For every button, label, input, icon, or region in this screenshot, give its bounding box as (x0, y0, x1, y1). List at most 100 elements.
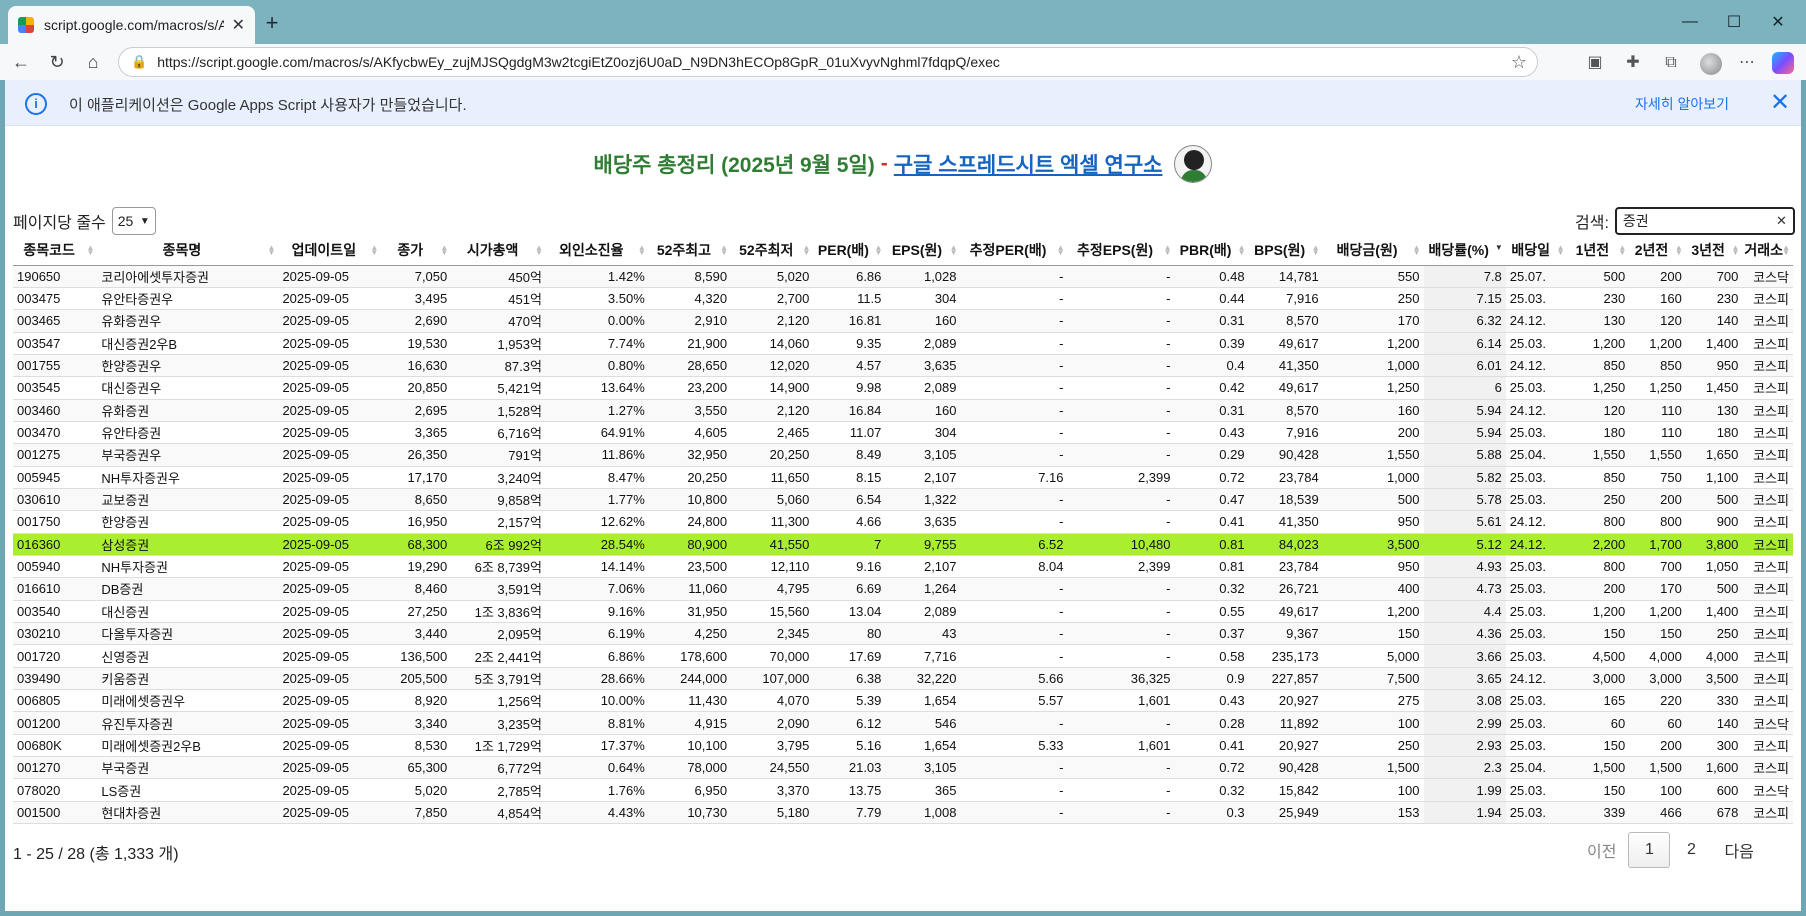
sort-arrows-icon: ▲ ▼ (1556, 243, 1565, 257)
table-cell: 220 (1629, 689, 1686, 713)
table-row[interactable]: 003540 대신증권 2025-09-05 27,250 1조 3,836억 9.16%… (13, 600, 1793, 624)
back-icon[interactable]: ← (8, 50, 34, 74)
table-row[interactable]: 001275 부국증권우 2025-09-05 26,350 791억 11.86% 32,… (13, 443, 1793, 467)
column-header[interactable]: 3년전 ▲ ▼ (1685, 236, 1743, 266)
address-bar-row: ← ↻ ⌂ 🔒 https://script.google.com/macros… (0, 44, 1806, 80)
table-cell: 470억 (451, 309, 546, 333)
column-header[interactable]: BPS(원) ▲ ▼ (1248, 236, 1323, 266)
table-cell: 1,500 (1567, 756, 1630, 780)
prev-page-button[interactable]: 이전 (1575, 832, 1628, 868)
column-header[interactable]: 종목코드 ▲ ▼ (13, 236, 98, 266)
per-page-select[interactable]: 25 ▼ (111, 207, 156, 235)
table-cell: 24.12. (1505, 309, 1568, 333)
menu-icon[interactable]: ⋯ (1736, 52, 1758, 74)
table-cell: 다올투자증권 (97, 622, 279, 646)
column-header[interactable]: 추정EPS(원) ▲ ▼ (1067, 236, 1175, 266)
table-cell: - (960, 376, 1068, 400)
table-row[interactable]: 001750 한양증권 2025-09-05 16,950 2,157억 12.62% 24… (13, 510, 1793, 534)
table-row[interactable]: 005940 NH투자증권 2025-09-05 19,290 6조 8,739억 14.… (13, 555, 1793, 579)
table-cell: 25.07. (1505, 265, 1568, 288)
table-row[interactable]: 003465 유화증권우 2025-09-05 2,690 470억 0.00% 2,910… (13, 309, 1793, 333)
home-icon[interactable]: ⌂ (80, 50, 106, 74)
column-header[interactable]: 1년전 ▲ ▼ (1567, 236, 1630, 266)
site-link[interactable]: 구글 스프레드시트 엑셀 연구소 (894, 149, 1163, 179)
column-header[interactable]: 시가총액 ▲ ▼ (451, 236, 546, 266)
table-row[interactable]: 001720 신영증권 2025-09-05 136,500 2조 2,441억 6.86… (13, 644, 1793, 668)
column-header[interactable]: 업데이트일 ▲ ▼ (278, 236, 382, 266)
column-header[interactable]: 52주최고 ▲ ▼ (648, 236, 732, 266)
table-row[interactable]: 006805 미래에셋증권우 2025-09-05 8,920 1,256억 10.00%… (13, 689, 1793, 713)
table-row[interactable]: 001500 현대차증권 2025-09-05 7,850 4,854억 4.43% 10,… (13, 801, 1793, 825)
page-button-1[interactable]: 1 (1628, 832, 1671, 868)
close-banner-icon[interactable]: ✕ (1770, 88, 1790, 117)
table-row[interactable]: 003460 유화증권 2025-09-05 2,695 1,528억 1.27% 3,55… (13, 399, 1793, 422)
url-bar[interactable]: 🔒 https://script.google.com/macros/s/AKf… (118, 47, 1538, 77)
table-row[interactable]: 001755 한양증권우 2025-09-05 16,630 87.3억 0.80% 28,… (13, 354, 1793, 378)
table-cell: 180 (1567, 421, 1630, 445)
table-row[interactable]: 039490 키움증권 2025-09-05 205,500 5조 3,791억 28.6… (13, 667, 1793, 691)
table-cell: 120 (1567, 399, 1630, 422)
column-header[interactable]: PER(배) ▲ ▼ (813, 236, 886, 266)
table-row[interactable]: 003475 유안타증권우 2025-09-05 3,495 451억 3.50% 4,32… (13, 287, 1793, 311)
learn-more-link[interactable]: 자세히 알아보기 (1635, 94, 1729, 114)
table-cell: 2025-09-05 (278, 622, 382, 646)
sort-arrows-icon: ▲ ▼ (949, 243, 958, 257)
browser-tab[interactable]: script.google.com/macros/s/AKfy ✕ (8, 6, 255, 44)
screen-cast-icon[interactable]: ▣ (1584, 52, 1606, 74)
table-cell: 5.82 (1423, 466, 1506, 489)
table-row[interactable]: 003547 대신증권2우B 2025-09-05 19,530 1,953억 7.74%… (13, 332, 1793, 355)
table-row[interactable]: 078020 LS증권 2025-09-05 5,020 2,785억 1.76% 6,95… (13, 778, 1793, 802)
column-header[interactable]: 추정PER(배) ▲ ▼ (960, 236, 1068, 266)
column-header[interactable]: 종목명 ▲ ▼ (97, 236, 279, 266)
table-row[interactable]: 001200 유진투자증권 2025-09-05 3,340 3,235억 8.81% 4,… (13, 711, 1793, 735)
table-cell: 0.31 (1174, 399, 1249, 422)
table-cell: 부국증권 (97, 756, 279, 780)
column-header[interactable]: 배당률(%) ▼ (1423, 236, 1506, 266)
table-cell: 205,500 (381, 667, 452, 691)
search-input[interactable]: 증권 ✕ (1614, 207, 1795, 235)
tab-title: script.google.com/macros/s/AKfy (44, 17, 224, 33)
table-row[interactable]: 001270 부국증권 2025-09-05 65,300 6,772억 0.64% 78,… (13, 756, 1793, 780)
close-window-icon[interactable]: ✕ (1750, 0, 1806, 44)
next-page-button[interactable]: 다음 (1712, 832, 1765, 868)
table-cell: 3,795 (731, 734, 814, 758)
page-button-2[interactable]: 2 (1670, 832, 1712, 868)
table-cell: 13.04 (813, 600, 886, 624)
collections-icon[interactable]: ⧉ (1660, 52, 1682, 74)
table-row[interactable]: 030210 다올투자증권 2025-09-05 3,440 2,095억 6.19% 4,… (13, 622, 1793, 646)
table-cell: - (1067, 711, 1175, 735)
star-icon[interactable]: ☆ (1511, 52, 1527, 73)
table-cell: 003547 (13, 332, 98, 355)
table-row[interactable]: 190650 코리아에셋투자증권 2025-09-05 7,050 450억 1.42% 8… (13, 265, 1793, 288)
table-row[interactable]: 016610 DB증권 2025-09-05 8,460 3,591억 7.06% 11,0… (13, 577, 1793, 601)
table-row[interactable]: 00680K 미래에셋증권2우B 2025-09-05 8,530 1조 1,729억 1… (13, 734, 1793, 758)
table-row[interactable]: 003470 유안타증권 2025-09-05 3,365 6,716억 64.91% 4,… (13, 421, 1793, 445)
column-header[interactable]: 배당금(원) ▲ ▼ (1322, 236, 1424, 266)
column-header-label: 거래소 (1744, 242, 1784, 259)
site-info-icon[interactable]: 🔒 (131, 54, 147, 70)
copilot-icon[interactable] (1772, 52, 1794, 74)
column-header[interactable]: PBR(배) ▲ ▼ (1174, 236, 1249, 266)
clear-search-icon[interactable]: ✕ (1776, 213, 1787, 229)
table-row[interactable]: 003545 대신증권우 2025-09-05 20,850 5,421억 13.64% 2… (13, 376, 1793, 400)
table-cell: 2025-09-05 (278, 332, 382, 355)
new-tab-icon[interactable]: + (258, 10, 286, 38)
column-header[interactable]: 종가 ▲ ▼ (381, 236, 452, 266)
table-cell: 현대차증권 (97, 801, 279, 825)
extensions-icon[interactable]: ✚ (1622, 52, 1644, 74)
column-header[interactable]: 2년전 ▲ ▼ (1629, 236, 1686, 266)
table-row[interactable]: 030610 교보증권 2025-09-05 8,650 9,858억 1.77% 10,8… (13, 488, 1793, 512)
table-cell: 2,120 (731, 309, 814, 333)
table-row[interactable]: 016360 삼성증권 2025-09-05 68,300 6조 992억 28.54% 8… (13, 533, 1793, 556)
profile-avatar[interactable] (1700, 53, 1722, 75)
table-cell: 275 (1322, 689, 1424, 713)
column-header[interactable]: 거래소 ▲ ▼ (1742, 236, 1793, 266)
column-header[interactable]: 52주최저 ▲ ▼ (731, 236, 814, 266)
column-header[interactable]: 배당일 ▲ ▼ (1505, 236, 1568, 266)
table-cell: 2025-09-05 (278, 488, 382, 512)
reload-icon[interactable]: ↻ (44, 50, 70, 74)
column-header[interactable]: EPS(원) ▲ ▼ (885, 236, 961, 266)
column-header[interactable]: 외인소진율 ▲ ▼ (545, 236, 649, 266)
table-row[interactable]: 005945 NH투자증권우 2025-09-05 17,170 3,240억 8.47%… (13, 466, 1793, 489)
close-tab-icon[interactable]: ✕ (232, 15, 245, 35)
